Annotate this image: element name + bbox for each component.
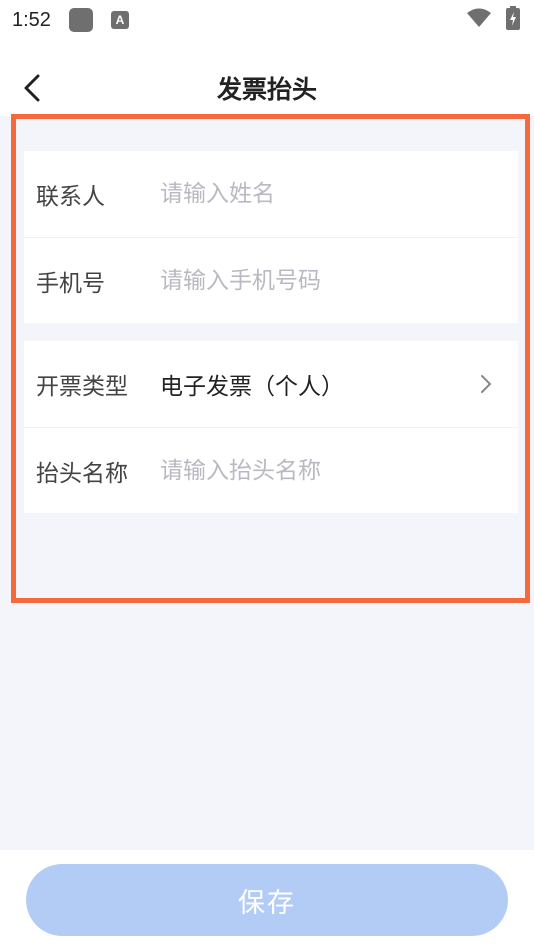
invoice-type-row[interactable]: 开票类型 电子发票（个人）: [24, 341, 518, 427]
a-badge-icon: A: [110, 11, 129, 29]
contact-name-input[interactable]: [160, 181, 480, 207]
title-name-label: 抬头名称: [36, 460, 128, 487]
status-right-icons: [466, 6, 520, 34]
contact-row: 联系人: [24, 151, 518, 237]
phone-row: 手机号: [24, 237, 518, 323]
status-bar: 1:52 A: [0, 0, 534, 40]
contact-card: 联系人 手机号: [24, 151, 518, 323]
wifi-icon: [466, 8, 492, 32]
invoice-type-value: 电子发票（个人）: [160, 374, 344, 400]
invoice-card: 开票类型 电子发票（个人） 抬头名称: [24, 341, 518, 513]
app-square-icon: [68, 8, 93, 32]
contact-label: 联系人: [36, 184, 105, 210]
title-name-row: 抬头名称: [24, 427, 518, 513]
form-content: 联系人 手机号 开票类型 电子发票（个人） 抬头名称: [0, 116, 534, 850]
title-name-input[interactable]: [160, 457, 480, 484]
page-title: 发票抬头: [216, 75, 317, 104]
phone-input[interactable]: [160, 267, 480, 294]
back-button[interactable]: [16, 72, 48, 104]
status-time: 1:52: [12, 8, 51, 31]
chevron-right-icon: [476, 374, 496, 394]
footer: 保存: [0, 850, 534, 950]
phone-label: 手机号: [36, 270, 105, 297]
invoice-type-label: 开票类型: [36, 374, 128, 400]
battery-icon: [506, 6, 520, 34]
chevron-left-icon: [24, 74, 40, 102]
save-button[interactable]: 保存: [26, 864, 508, 936]
app-header: 发票抬头: [0, 60, 534, 116]
